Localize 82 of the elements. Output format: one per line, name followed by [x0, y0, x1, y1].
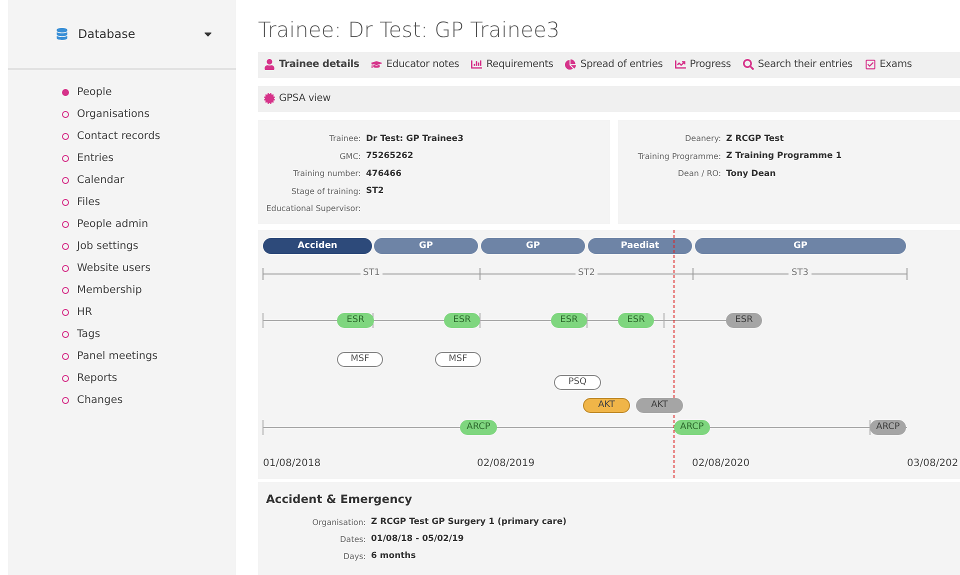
date-label: 01/08/2018 — [263, 458, 321, 469]
sidebar-title: Database — [78, 27, 136, 41]
event-pill[interactable]: ESR — [444, 312, 480, 328]
tab[interactable]: Search their entries — [742, 59, 853, 70]
sidebar-item[interactable]: Reports — [62, 369, 236, 387]
sidebar-item[interactable]: HR — [62, 303, 236, 321]
sidebar-item[interactable]: People — [62, 83, 236, 101]
event-pill[interactable]: PSQ — [554, 374, 601, 390]
graduation-cap-icon — [371, 59, 382, 70]
sidebar-item[interactable]: Job settings — [62, 237, 236, 255]
placement-bar[interactable]: GP — [374, 238, 478, 254]
sidebar-item[interactable]: Calendar — [62, 171, 236, 189]
event-pill[interactable]: ARCP — [460, 420, 497, 435]
page-title: Trainee: Dr Test: GP Trainee3 — [258, 18, 561, 42]
event-pill[interactable]: ESR — [726, 312, 762, 328]
tab[interactable]: Spread of entries — [565, 59, 663, 70]
field-value: ST2 — [366, 186, 385, 196]
sidebar-item[interactable]: Panel meetings — [62, 347, 236, 365]
tab[interactable]: Progress — [674, 59, 731, 70]
tab[interactable]: Educator notes — [371, 59, 460, 70]
tab[interactable]: Trainee details — [264, 59, 360, 70]
field-label: Dates: — [339, 534, 366, 544]
user-icon — [264, 59, 275, 70]
event-pill[interactable]: AKT — [636, 398, 683, 413]
tab[interactable]: GPSA view — [264, 93, 331, 104]
sidebar-item[interactable]: Entries — [62, 149, 236, 167]
sidebar-item[interactable]: Tags — [62, 325, 236, 343]
badge-icon — [264, 93, 275, 104]
database-icon — [56, 28, 68, 40]
placement-bar[interactable]: Paediat — [588, 238, 692, 254]
sidebar-item[interactable]: Contact records — [62, 127, 236, 145]
field-label: Stage of training: — [290, 186, 361, 196]
field-label: Organisation: — [311, 518, 366, 527]
event-pill[interactable]: AKT — [583, 398, 630, 413]
line-chart-icon — [674, 59, 686, 70]
field-value: Z Training Programme 1 — [726, 151, 843, 162]
sidebar-item[interactable]: Files — [62, 193, 236, 211]
field-label: Trainee: — [328, 134, 361, 144]
placement-bar[interactable]: GP — [695, 238, 906, 254]
search-icon — [742, 59, 754, 70]
sidebar-item[interactable]: Organisations — [62, 105, 236, 123]
field-value: Z RCGP Test — [726, 134, 785, 144]
field-label: GMC: — [338, 152, 361, 161]
field-label: Days: — [342, 552, 366, 561]
field-value: Dr Test: GP Trainee3 — [366, 134, 464, 144]
placement-bar[interactable]: Acciden — [263, 238, 372, 254]
checkbox-icon — [864, 59, 876, 70]
event-pill[interactable]: ESR — [551, 312, 587, 328]
sidebar-item[interactable]: People admin — [62, 215, 236, 233]
field-value: Tony Dean — [726, 168, 777, 179]
event-pill[interactable]: MSF — [435, 352, 481, 367]
pie-chart-icon — [565, 59, 576, 70]
placement-title: Accident & Emergency — [266, 492, 414, 506]
tab[interactable]: Exams — [864, 59, 912, 70]
sidebar-item[interactable]: Website users — [62, 259, 236, 277]
sidebar-header[interactable]: Database — [8, 0, 236, 70]
event-pill[interactable]: MSF — [337, 352, 383, 367]
field-value: 476466 — [366, 168, 402, 179]
field-label: Deanery: — [684, 134, 722, 144]
field-value: 75265262 — [366, 151, 414, 162]
date-label: 02/08/2019 — [477, 458, 535, 469]
field-label: Dean / RO: — [676, 169, 722, 178]
date-label: 03/08/202 — [907, 458, 958, 469]
stage-label: ST1 — [360, 268, 383, 278]
stage-label: ST3 — [788, 268, 812, 278]
sidebar-item[interactable]: Membership — [62, 281, 236, 299]
field-label: Training number: — [292, 169, 361, 178]
placement-bar[interactable]: GP — [481, 238, 585, 254]
field-value: 6 months — [371, 551, 417, 562]
event-pill[interactable]: ARCP — [674, 420, 710, 435]
event-pill[interactable]: ARCP — [870, 420, 906, 435]
field-value: Z RCGP Test GP Surgery 1 (primary care) — [371, 517, 568, 528]
sidebar-item[interactable]: Changes — [62, 391, 236, 409]
field-value: 01/08/18 - 05/02/19 — [371, 534, 465, 544]
field-label: Educational Supervisor: — [265, 204, 361, 214]
stage-label: ST2 — [575, 268, 598, 278]
tab[interactable]: Requirements — [471, 59, 554, 70]
event-pill[interactable]: ESR — [337, 312, 374, 328]
date-label: 02/08/2020 — [692, 458, 750, 469]
event-pill[interactable]: ESR — [618, 312, 654, 328]
bar-chart-icon — [471, 59, 482, 70]
field-label: Training Programme: — [636, 152, 722, 161]
